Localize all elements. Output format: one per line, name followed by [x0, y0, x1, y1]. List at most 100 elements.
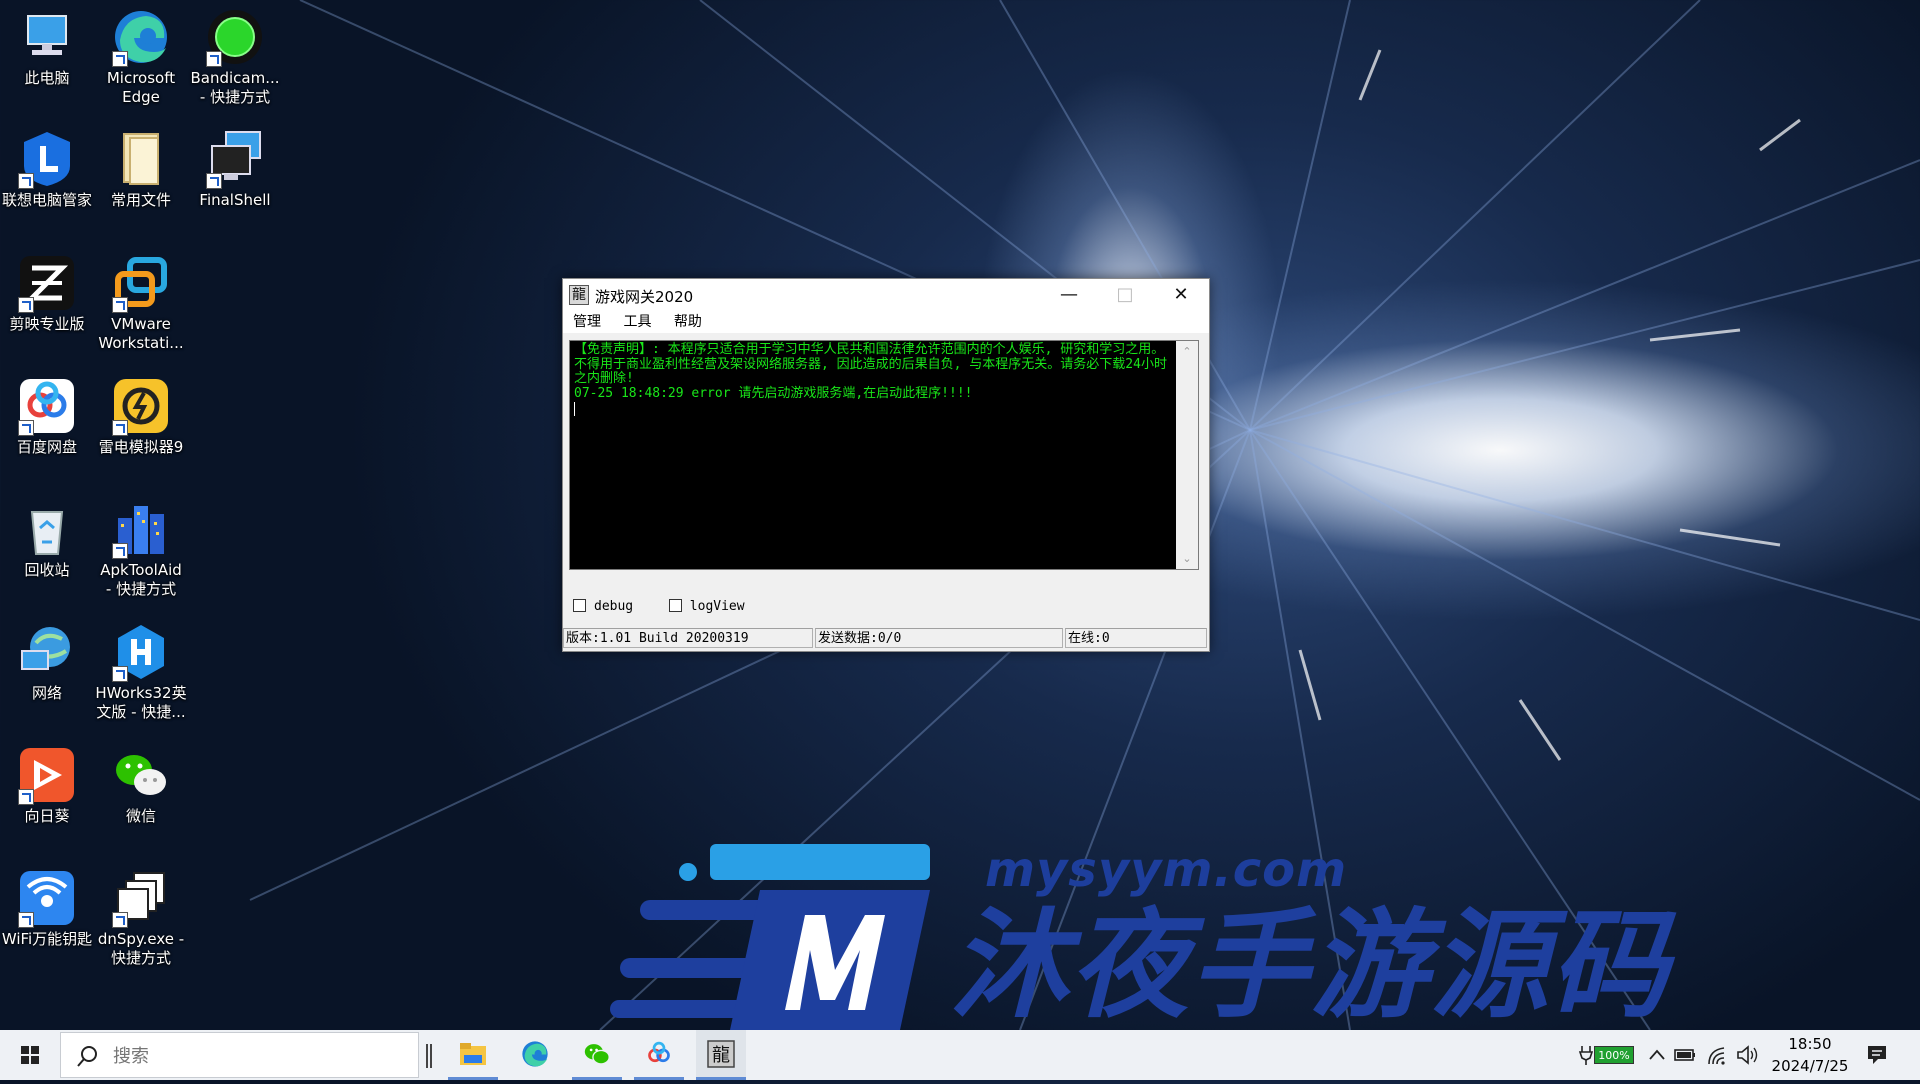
console-line-error: 07-25 18:48:29 error 请先启动游戏服务端,在启动此程序!!!… — [574, 385, 973, 401]
close-icon: ✕ — [1173, 284, 1189, 305]
checkbox-box[interactable] — [668, 599, 682, 612]
apktoolaid-icon — [110, 498, 172, 560]
desktop-icon-apktoolaid[interactable]: ApkToolAid - 快捷方式 — [94, 498, 188, 599]
desktop-icon-label: 微信 — [125, 807, 156, 825]
task-view-button[interactable] — [426, 1044, 432, 1068]
vmware-icon — [110, 252, 172, 314]
watermark-logo — [610, 844, 930, 1030]
capcut-icon — [16, 252, 78, 314]
text-caret — [574, 402, 575, 416]
menu-help[interactable]: 帮助 — [674, 314, 702, 330]
shortcut-arrow-icon — [18, 173, 34, 189]
baidu-netdisk-icon — [648, 1041, 670, 1063]
console-text[interactable]: 【免责声明】: 本程序只适合用于学习中华人民共和国法律允许范围内的个人娱乐, 研… — [570, 341, 1176, 569]
title-bar[interactable]: 龍 游戏网关2020 — □ ✕ — [563, 279, 1209, 311]
minimize-button[interactable]: — — [1041, 279, 1097, 311]
dnspy-icon — [110, 867, 172, 929]
volume-icon[interactable] — [1736, 1044, 1760, 1066]
debug-label: debug — [594, 599, 634, 614]
desktop-icon-label: VMware Workstati... — [98, 315, 184, 352]
desktop-icon-capcut[interactable]: 剪映专业版 — [0, 252, 94, 334]
taskbar-game-gateway[interactable]: 龍 — [696, 1030, 746, 1080]
game-gateway-icon: 龍 — [707, 1040, 735, 1068]
desktop-icon-vmware[interactable]: VMware Workstati... — [94, 252, 188, 353]
shortcut-arrow-icon — [18, 297, 34, 313]
desktop-icon-label: 雷电模拟器9 — [98, 438, 184, 456]
minimize-icon: — — [1060, 284, 1078, 305]
console-scrollbar[interactable]: ⌃ ⌄ — [1176, 341, 1198, 569]
shortcut-arrow-icon — [112, 543, 128, 559]
desktop-icon-baidu-netdisk[interactable]: 百度网盘 — [0, 375, 94, 457]
desktop-icon-hworks32[interactable]: HWorks32英 文版 - 快捷... — [94, 621, 188, 722]
close-button[interactable]: ✕ — [1153, 279, 1209, 311]
logview-label: logView — [689, 599, 745, 614]
scroll-down-icon[interactable]: ⌄ — [1176, 552, 1198, 565]
menu-manage[interactable]: 管理 — [573, 314, 601, 330]
desktop-icon-wechat[interactable]: 微信 — [94, 744, 188, 826]
taskbar-baidu-netdisk[interactable] — [634, 1030, 684, 1080]
console-output[interactable]: 【免责声明】: 本程序只适合用于学习中华人民共和国法律允许范围内的个人娱乐, 研… — [569, 340, 1199, 570]
desktop-icon-finalshell[interactable]: FinalShell — [188, 128, 282, 210]
watermark-url: mysyym.com — [985, 842, 1348, 898]
status-version: 版本:1.01 Build 20200319 — [563, 628, 813, 648]
maximize-button[interactable]: □ — [1097, 279, 1153, 311]
clock-time[interactable]: 18:50 — [1770, 1035, 1850, 1053]
start-button[interactable] — [0, 1030, 60, 1080]
wifi-key-icon — [16, 867, 78, 929]
taskbar-wechat[interactable] — [572, 1030, 622, 1080]
desktop-icon-label: 百度网盘 — [16, 438, 77, 456]
desktop-icon-bandicam[interactable]: Bandicam... - 快捷方式 — [188, 6, 282, 107]
menu-bar: 管理 工具 帮助 — [563, 311, 1209, 333]
status-bar: 版本:1.01 Build 20200319 发送数据:0/0 在线:0 — [563, 628, 1209, 650]
clock-date[interactable]: 2024/7/25 — [1760, 1057, 1860, 1075]
desktop-icon-common-files[interactable]: 常用文件 — [94, 128, 188, 210]
logview-checkbox[interactable]: logView — [668, 599, 745, 614]
status-send-data: 发送数据:0/0 — [815, 628, 1063, 648]
taskbar-edge[interactable] — [510, 1030, 560, 1080]
checkbox-box[interactable] — [573, 599, 586, 612]
desktop-icon-lenovo-pc-manager[interactable]: 联想电脑管家 — [0, 128, 94, 210]
shortcut-arrow-icon — [112, 51, 128, 67]
search-box[interactable] — [60, 1032, 419, 1078]
menu-tools[interactable]: 工具 — [623, 314, 651, 330]
shortcut-arrow-icon — [18, 912, 34, 928]
battery-icon[interactable] — [1674, 1046, 1696, 1064]
taskbar-file-explorer[interactable] — [448, 1030, 498, 1080]
ldplayer-icon — [110, 375, 172, 437]
shortcut-arrow-icon — [18, 789, 34, 805]
desktop-icon-label: 联想电脑管家 — [1, 191, 92, 209]
console-line-disclaimer: 【免责声明】: 本程序只适合用于学习中华人民共和国法律允许范围内的个人娱乐, 研… — [574, 342, 1167, 386]
desktop-icon-label: HWorks32英 文版 - 快捷... — [95, 684, 187, 721]
desktop-icon-label: ApkToolAid - 快捷方式 — [100, 561, 182, 598]
scroll-up-icon[interactable]: ⌃ — [1176, 345, 1198, 358]
desktop-icon-edge[interactable]: Microsoft Edge — [94, 6, 188, 107]
app-window[interactable]: 龍 游戏网关2020 — □ ✕ 管理 工具 帮助 【免责声明】: 本程序只适合… — [562, 278, 1210, 652]
app-icon: 龍 — [569, 285, 589, 305]
maximize-icon: □ — [1116, 284, 1134, 305]
desktop-icon-recycle-bin[interactable]: 回收站 — [0, 498, 94, 580]
watermark-title: 沐夜手游源码 — [950, 896, 1671, 1034]
chevron-up-icon[interactable] — [1648, 1046, 1666, 1064]
desktop-icon-network[interactable]: 网络 — [0, 621, 94, 703]
lenovo-manager-icon — [16, 128, 78, 190]
search-input[interactable] — [111, 1045, 395, 1068]
battery-indicator[interactable]: 100% — [1594, 1046, 1634, 1064]
search-icon — [77, 1046, 97, 1067]
desktop-icon-ldplayer[interactable]: 雷电模拟器9 — [94, 375, 188, 457]
shortcut-arrow-icon — [206, 51, 222, 67]
desktop-icon-label: FinalShell — [199, 191, 271, 209]
edge-icon — [110, 6, 172, 68]
shortcut-arrow-icon — [112, 666, 128, 682]
shortcut-arrow-icon — [112, 420, 128, 436]
notification-icon[interactable] — [1866, 1044, 1888, 1066]
bandicam-icon — [204, 6, 266, 68]
desktop-icon-sunlogin[interactable]: 向日葵 — [0, 744, 94, 826]
desktop-icon-this-pc[interactable]: 此电脑 — [0, 6, 94, 88]
desktop-icon-label: WiFi万能钥匙 — [1, 930, 93, 948]
edge-icon — [522, 1041, 548, 1067]
desktop-icon-wifi-key[interactable]: WiFi万能钥匙 — [0, 867, 94, 949]
wifi-icon[interactable] — [1706, 1044, 1728, 1066]
debug-checkbox[interactable]: debug — [573, 599, 633, 614]
desktop-icon-dnspy[interactable]: dnSpy.exe - 快捷方式 — [94, 867, 188, 968]
desktop-icon-label: 常用文件 — [110, 191, 171, 209]
